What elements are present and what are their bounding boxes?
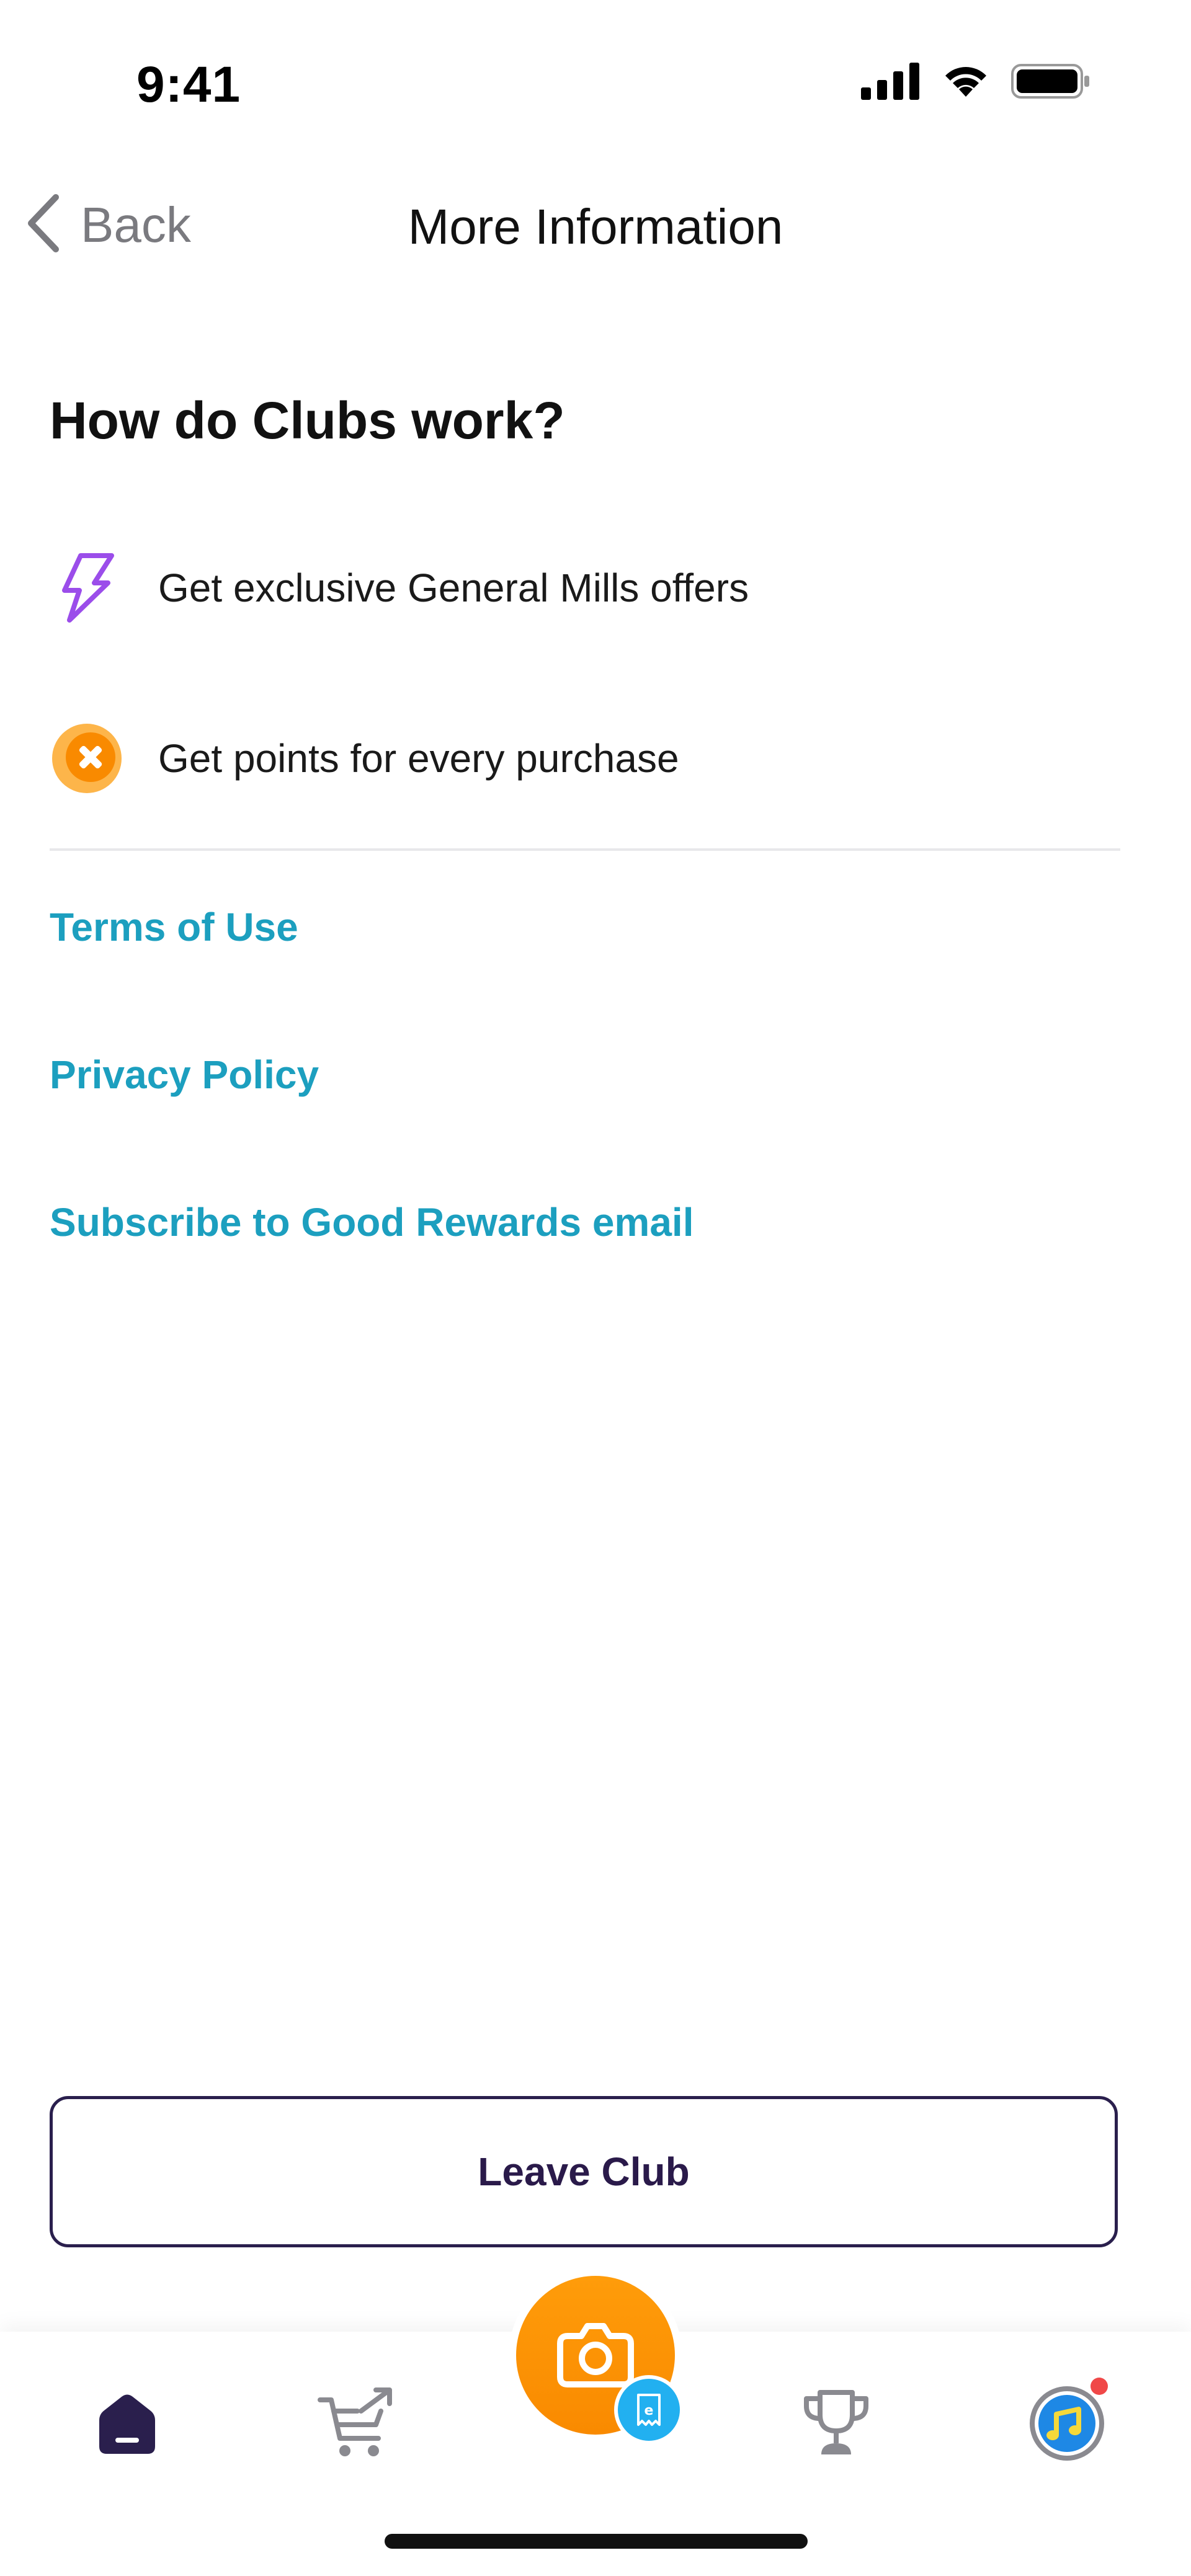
leave-club-button[interactable]: Leave Club [50,2096,1118,2247]
home-indicator [385,2534,808,2549]
navigation-bar: Back More Information [0,180,1191,273]
page-title: More Information [408,199,783,254]
camera-icon [555,2320,636,2391]
divider [50,848,1120,851]
receipt-badge-icon: e [614,2375,684,2445]
tab-shop[interactable] [307,2375,406,2474]
subscribe-email-link[interactable]: Subscribe to Good Rewards email [50,1199,694,1245]
notification-dot [1091,2378,1108,2395]
tab-home[interactable] [78,2375,177,2474]
feature-item-offers: Get exclusive General Mills offers [50,551,749,625]
privacy-policy-link[interactable]: Privacy Policy [50,1052,319,1098]
cellular-signal-icon [861,63,921,103]
feature-item-points: Get points for every purchase [50,721,679,796]
cart-share-icon [316,2386,397,2464]
tab-profile[interactable] [1017,2375,1117,2474]
feature-label: Get points for every purchase [158,736,679,781]
points-coin-icon [50,721,124,796]
terms-of-use-link[interactable]: Terms of Use [50,904,298,950]
lightning-icon [50,551,124,625]
profile-avatar-icon [1027,2383,1107,2467]
status-bar: 9:41 [0,0,1191,167]
home-icon [93,2389,161,2461]
svg-text:e: e [645,2403,654,2418]
section-title: How do Clubs work? [50,391,565,450]
scan-receipt-button[interactable]: e [516,2276,684,2445]
tab-rewards[interactable] [787,2375,886,2474]
trophy-icon [799,2386,873,2464]
feature-label: Get exclusive General Mills offers [158,566,749,610]
wifi-icon [939,62,993,104]
status-time: 9:41 [136,56,241,113]
status-icons [861,62,1092,104]
battery-icon [1011,63,1092,103]
